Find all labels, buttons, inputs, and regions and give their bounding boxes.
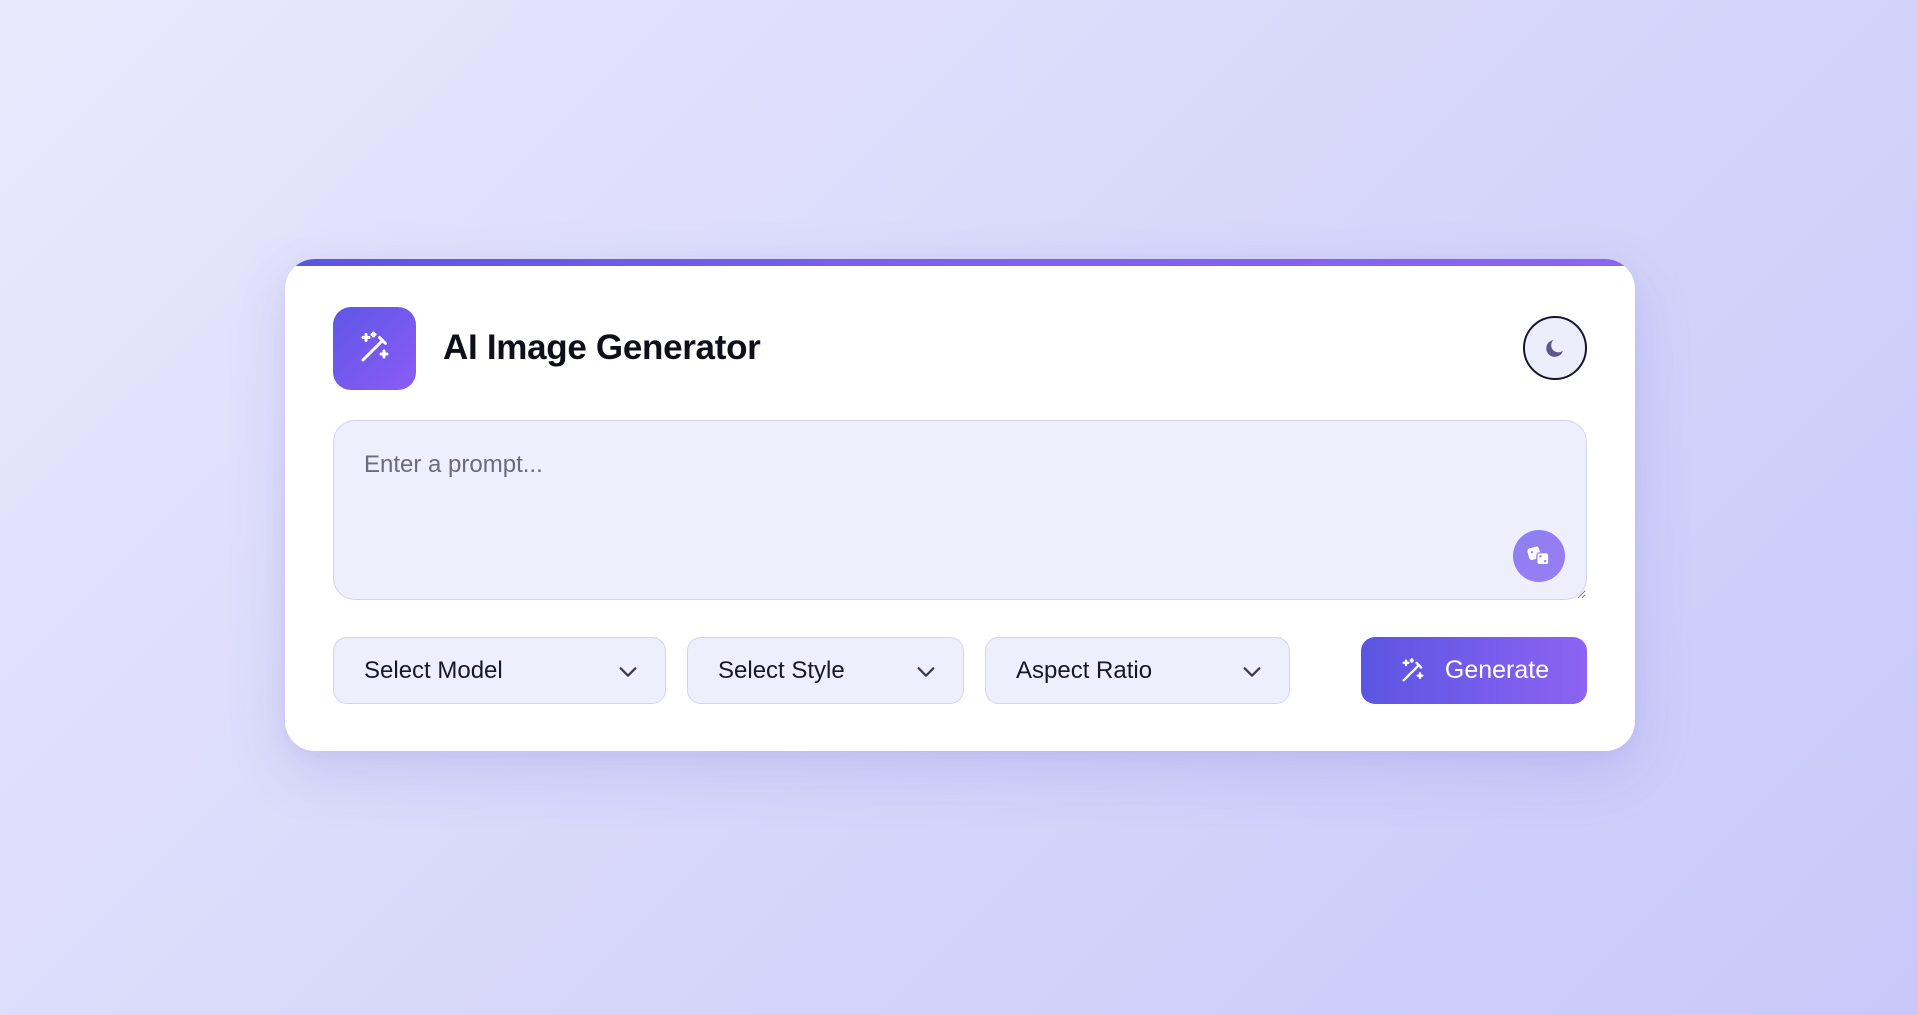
style-select-label: Select Style: [718, 656, 845, 684]
generate-button-label: Generate: [1444, 656, 1550, 684]
card-accent-bar: [285, 259, 1635, 266]
prompt-input[interactable]: [333, 420, 1587, 600]
model-select-label: Select Model: [364, 656, 503, 684]
aspect-ratio-select[interactable]: Aspect Ratio: [985, 637, 1290, 704]
generator-card: AI Image Generator Select Model Select S…: [285, 259, 1635, 751]
random-prompt-button[interactable]: [1513, 530, 1565, 582]
aspect-ratio-select-label: Aspect Ratio: [1016, 656, 1153, 684]
prompt-container: [333, 420, 1587, 600]
card-header: AI Image Generator: [333, 306, 1587, 390]
generation-controls: Select Model Select Style Aspect Ratio G…: [333, 637, 1587, 704]
theme-toggle-button[interactable]: [1523, 316, 1587, 380]
chevron-down-icon: [917, 667, 935, 677]
model-select[interactable]: Select Model: [333, 637, 666, 704]
magic-wand-sparkles-icon: [1402, 657, 1424, 681]
style-select[interactable]: Select Style: [687, 637, 964, 704]
generate-button[interactable]: Generate: [1361, 637, 1587, 704]
chevron-down-icon: [1243, 667, 1261, 677]
moon-icon: [1546, 340, 1563, 357]
app-logo: [333, 306, 416, 390]
dice-icon: [1527, 546, 1550, 566]
chevron-down-icon: [619, 667, 637, 677]
magic-wand-sparkles-icon: [361, 331, 388, 362]
app-title: AI Image Generator: [443, 328, 761, 367]
